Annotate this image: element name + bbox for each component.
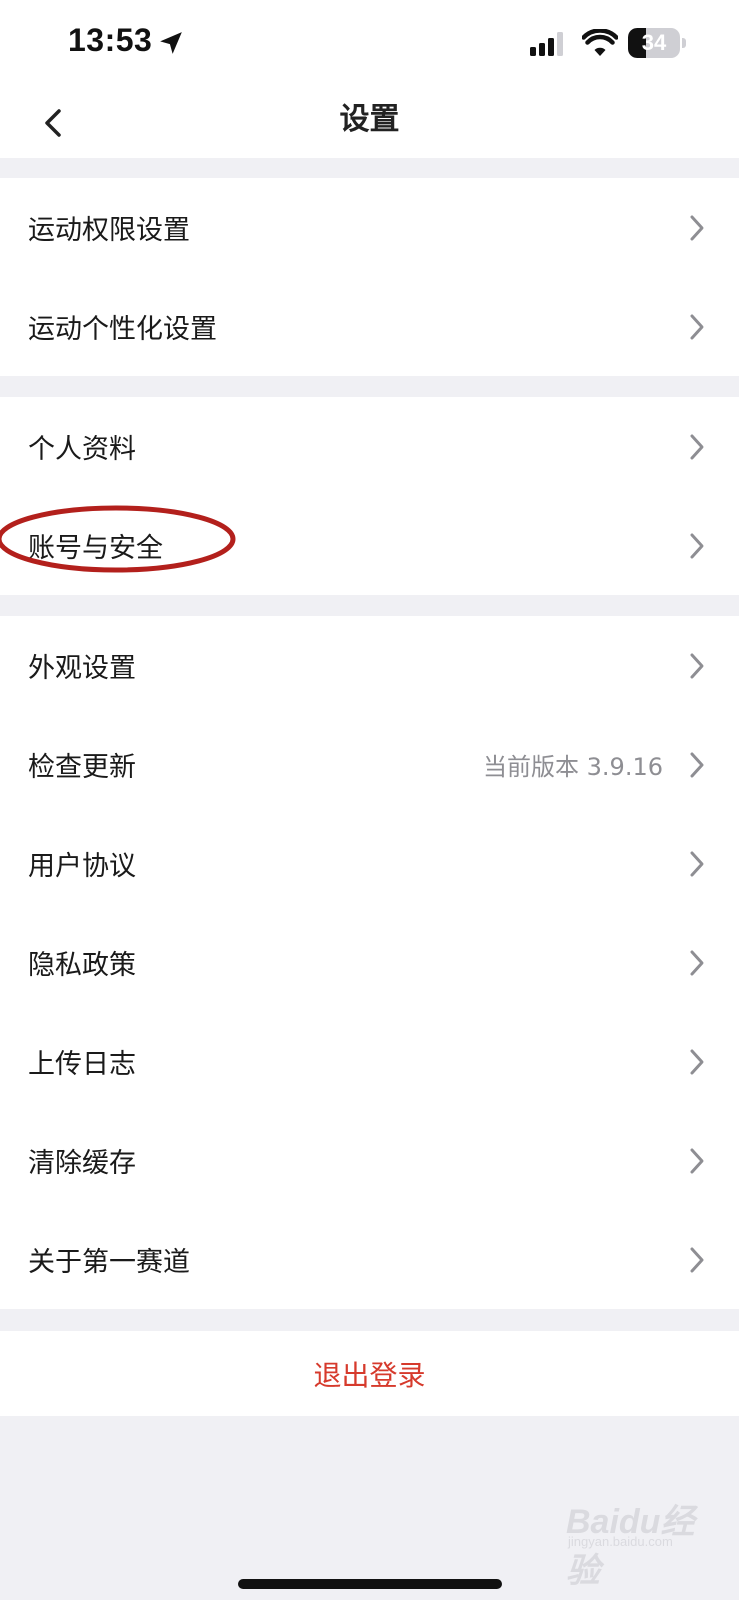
chevron-right-icon <box>690 950 704 975</box>
navigation-bar: 设置 <box>0 88 739 158</box>
chevron-left-icon <box>45 109 61 137</box>
settings-row-sport-permissions[interactable]: 运动权限设置 <box>0 178 739 277</box>
status-time: 13:53 <box>68 22 153 58</box>
row-label: 检查更新 <box>28 752 136 783</box>
settings-row-appearance[interactable]: 外观设置 <box>0 616 739 715</box>
chevron-right-icon <box>690 653 704 678</box>
row-label: 运动权限设置 <box>28 215 190 246</box>
cellular-signal-icon <box>530 32 563 56</box>
wifi-icon <box>582 29 618 56</box>
watermark-url: jingyan.baidu.com <box>568 1534 673 1549</box>
chevron-right-icon <box>690 1049 704 1074</box>
settings-group-general: 外观设置 检查更新 当前版本 3.9.16 用户协议 隐私政策 上传日志 清除缓… <box>0 616 739 1309</box>
chevron-right-icon <box>690 851 704 876</box>
location-arrow-icon <box>160 32 182 54</box>
settings-row-clear-cache[interactable]: 清除缓存 <box>0 1111 739 1210</box>
battery-level: 34 <box>641 30 667 55</box>
settings-row-sport-personalization[interactable]: 运动个性化设置 <box>0 277 739 376</box>
chevron-right-icon <box>690 215 704 240</box>
settings-row-profile[interactable]: 个人资料 <box>0 397 739 496</box>
battery-icon: 34 <box>628 28 686 58</box>
baidu-watermark: Baidu经验 jingyan.baidu.com <box>566 1490 716 1590</box>
chevron-right-icon <box>690 533 704 558</box>
chevron-right-icon <box>690 752 704 777</box>
row-label: 清除缓存 <box>28 1148 136 1179</box>
chevron-right-icon <box>690 1247 704 1272</box>
logout-button[interactable]: 退出登录 <box>0 1331 739 1416</box>
settings-row-privacy-policy[interactable]: 隐私政策 <box>0 913 739 1012</box>
chevron-right-icon <box>690 314 704 339</box>
current-version-value: 当前版本 3.9.16 <box>483 753 663 781</box>
settings-row-user-agreement[interactable]: 用户协议 <box>0 814 739 913</box>
row-label: 用户协议 <box>28 851 136 882</box>
settings-row-upload-log[interactable]: 上传日志 <box>0 1012 739 1111</box>
home-indicator[interactable] <box>238 1579 502 1589</box>
row-label: 上传日志 <box>28 1049 136 1080</box>
settings-row-account-security[interactable]: 账号与安全 <box>0 496 739 595</box>
page-title: 设置 <box>339 102 400 137</box>
row-label: 关于第一赛道 <box>28 1247 190 1278</box>
settings-row-about[interactable]: 关于第一赛道 <box>0 1210 739 1309</box>
row-label: 运动个性化设置 <box>28 314 217 345</box>
settings-group-account: 个人资料 账号与安全 <box>0 397 739 595</box>
row-label: 个人资料 <box>28 434 136 465</box>
row-label: 隐私政策 <box>28 950 136 981</box>
settings-group-sport: 运动权限设置 运动个性化设置 <box>0 178 739 376</box>
row-label: 账号与安全 <box>28 533 163 564</box>
chevron-right-icon <box>690 434 704 459</box>
chevron-right-icon <box>690 1148 704 1173</box>
back-button[interactable] <box>28 98 78 148</box>
row-label: 外观设置 <box>28 653 136 684</box>
settings-row-check-update[interactable]: 检查更新 当前版本 3.9.16 <box>0 715 739 814</box>
status-bar: 13:53 34 <box>0 0 739 88</box>
logout-label: 退出登录 <box>313 1358 426 1392</box>
